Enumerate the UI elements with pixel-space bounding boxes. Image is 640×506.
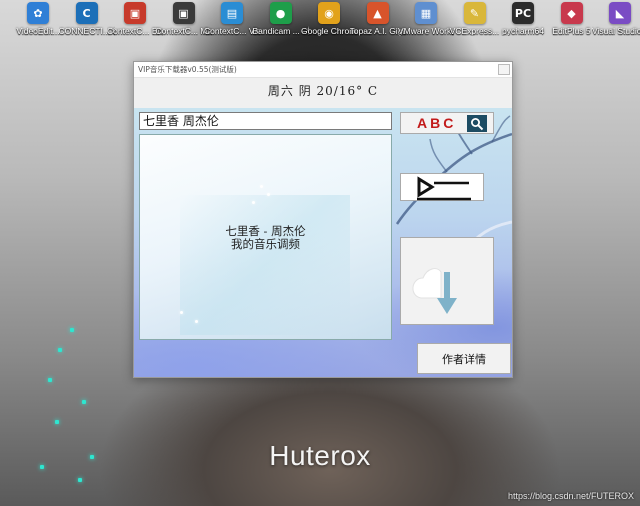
desktop-shortcut-label: Visual Studio 2019 xyxy=(592,26,640,36)
chrome-icon: ◉ xyxy=(318,2,340,24)
play-icon xyxy=(417,176,471,201)
pycharm-icon: PC xyxy=(512,2,534,24)
window-close-button[interactable] xyxy=(498,64,510,75)
topaz-icon: ▲ xyxy=(366,2,389,24)
context-viewer-icon: ▤ xyxy=(221,2,243,24)
about-author-button[interactable]: 作者详情 xyxy=(417,343,511,374)
desktop-icon-row: ✿VideoEdit...CCONNECTI... Client▣Context… xyxy=(0,0,640,52)
desktop-shortcut[interactable]: ◣ Visual Studio 2019 xyxy=(592,2,640,36)
sparkle xyxy=(252,201,255,204)
light-streak xyxy=(180,195,350,335)
download-icon xyxy=(412,268,457,314)
context-engine-icon: ▣ xyxy=(124,2,146,24)
sparkle xyxy=(195,320,198,323)
download-button[interactable] xyxy=(400,237,494,325)
window-titlebar[interactable]: VIP音乐下载器v0.55(测试版) xyxy=(134,62,512,78)
station-text: 我的音乐调频 xyxy=(231,237,300,251)
sparkle xyxy=(267,193,270,196)
vmware-icon: ▦ xyxy=(415,2,437,24)
search-input[interactable]: 七里香 周杰伦 xyxy=(139,112,392,130)
video-edit-icon: ✿ xyxy=(27,2,49,24)
window-title: VIP音乐下载器v0.55(测试版) xyxy=(138,65,237,74)
play-button[interactable] xyxy=(400,173,484,201)
vcexpress-icon: ✎ xyxy=(463,2,486,24)
connect-client-icon: C xyxy=(75,2,98,24)
blog-watermark: https://blog.csdn.net/FUTEROX xyxy=(507,491,634,501)
wallpaper-text: Huterox xyxy=(269,440,371,471)
sparkle xyxy=(260,185,263,188)
search-button-text: ABC xyxy=(417,115,457,131)
magnifier-icon xyxy=(467,115,487,132)
search-button[interactable]: ABC xyxy=(400,112,494,134)
context-master-icon: ▣ xyxy=(172,2,195,24)
bandicam-icon: ● xyxy=(269,2,292,24)
sparkle xyxy=(180,311,183,314)
visual-studio-icon: ◣ xyxy=(609,2,631,24)
editplus-icon: ◆ xyxy=(560,2,583,24)
weather-label: 周六 阴 20/16° C xyxy=(267,84,379,98)
music-downloader-window: VIP音乐下载器v0.55(测试版) 周六 阴 20/16° C 七里香 周杰伦… xyxy=(133,61,513,378)
now-playing-display: 七里香 - 周杰伦 我的音乐调频 xyxy=(139,134,392,340)
